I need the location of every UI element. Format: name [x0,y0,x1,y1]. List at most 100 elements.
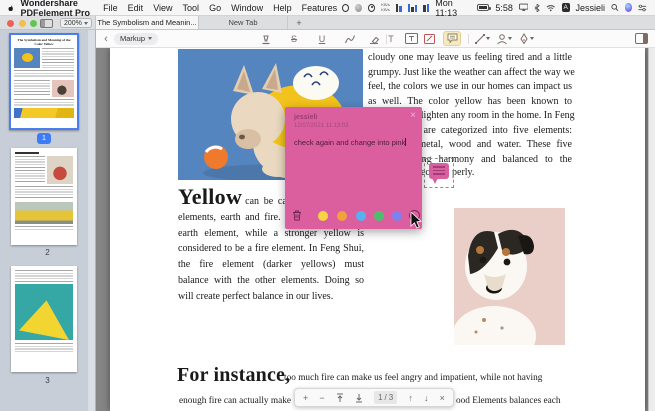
note-color-purple[interactable] [392,211,402,221]
page-number-label: 2 [0,248,95,257]
note-color-orange[interactable] [337,211,347,221]
thumb-image-dog-hoodie [14,48,40,68]
control-center-icon[interactable] [638,4,647,12]
highlight-tool-button[interactable] [259,30,273,47]
stamp-tool-button[interactable] [494,30,514,47]
eraser-tool-button[interactable] [367,30,381,47]
signature-tool-button[interactable] [516,30,536,47]
menu-tool[interactable]: Tool [183,3,200,13]
apple-icon[interactable] [8,2,14,14]
thumbnail-sidebar: The Symbolism and Meaning of the Color Y… [0,30,96,411]
window-controls [7,20,37,27]
yellow-heading: Yellow [178,184,245,209]
window-minimize-button[interactable] [19,20,26,27]
previous-page-button[interactable]: ↑ [408,393,413,403]
status-sphere-icon[interactable] [355,4,362,12]
thumb-text [15,343,73,352]
menu-edit[interactable]: Edit [128,3,144,13]
markup-mode-dropdown[interactable]: Markup [114,33,158,45]
sidebar-scrollbar[interactable] [88,30,95,411]
app-name: Wondershare PDFelement Pro [21,0,93,18]
text-comment-tool-button[interactable] [422,30,438,47]
disk-monitor-icon[interactable] [423,3,429,12]
pager-close-button[interactable]: × [440,393,445,403]
page-separator: / [385,393,387,402]
thumb-title: The Symbolism and Meaning of the Color Y… [14,38,74,46]
window-zoom-button[interactable] [30,20,37,27]
page-thumbnail-2[interactable] [11,148,77,245]
highlighter-icon [260,33,272,45]
strikethrough-tool-button[interactable]: S [287,30,301,47]
page-thumbnail-3[interactable] [11,266,77,372]
fit-page-icon[interactable] [355,393,363,403]
text-fragment: perly. [452,167,474,178]
note-timestamp: 12/07/2021 11:13:03 [294,123,349,129]
memory-monitor-icon[interactable] [408,3,418,12]
menu-bar: Wondershare PDFelement Pro File Edit Vie… [0,0,655,16]
thumb-image-banner [14,108,74,118]
battery-time: 5:58 [495,3,513,13]
sidebar-toggle-icon[interactable] [40,19,53,28]
note-color-green[interactable] [374,211,384,221]
status-record-icon[interactable] [368,4,375,12]
page-indicator[interactable]: 1 / 3 [374,391,397,404]
note-color-yellow[interactable] [318,211,328,221]
pencil-tool-button[interactable] [343,30,357,47]
menu-features[interactable]: Features [302,3,338,13]
next-page-button[interactable]: ↓ [424,393,429,403]
siri-icon[interactable] [625,3,633,12]
fit-width-icon[interactable] [336,393,344,403]
markup-label: Markup [120,34,145,43]
menu-help[interactable]: Help [273,3,292,13]
cpu-monitor-icon[interactable] [396,3,402,12]
network-speed-widget[interactable]: KB/sKB/s [381,3,389,12]
text-line: grumpy. Just like the weather can affect… [368,66,572,81]
page-thumbnail-1[interactable]: The Symbolism and Meaning of the Color Y… [9,33,79,130]
input-source-icon[interactable]: A [562,3,570,12]
menu-view[interactable]: View [153,3,172,13]
menu-window[interactable]: Window [231,3,263,13]
spotlight-search-icon[interactable] [611,3,619,12]
battery-icon[interactable] [477,4,489,11]
text-box-tool-button[interactable] [403,30,419,47]
sticky-note-icon [447,33,458,44]
thumb-image-car [15,202,73,224]
thumb-text [15,270,73,282]
zoom-level-dropdown[interactable]: 200% [60,18,92,28]
note-close-button[interactable]: × [410,110,416,121]
vertical-scrollbar[interactable] [648,48,655,411]
panel-toggle-button[interactable] [633,30,649,47]
note-marker-selection[interactable] [424,158,454,188]
text-fragment: enough fire can actually make [179,396,291,406]
status-ring-icon[interactable] [342,4,349,12]
sticky-note-popup: jessieli 12/07/2021 11:13:03 × check aga… [285,107,422,229]
menu-clock[interactable]: Mon 11:13 [435,0,471,18]
menu-go[interactable]: Go [209,3,221,13]
thumb-text [14,80,50,97]
underline-tool-button[interactable]: U [315,30,329,47]
menu-file[interactable]: File [103,3,118,13]
tab-document[interactable]: The Symbolism and Meanin... [95,16,199,29]
text-tool-button[interactable]: T [384,30,398,47]
person-stamp-icon [496,33,508,45]
note-color-blue[interactable] [356,211,366,221]
shapes-tool-button[interactable] [472,30,492,47]
zoom-out-button[interactable]: − [319,393,324,403]
trash-icon[interactable] [292,210,302,221]
thumb-text [15,156,45,184]
sticky-note-tool-button[interactable] [443,31,461,46]
display-mirroring-icon[interactable] [519,3,528,12]
sticky-note-marker-icon[interactable] [429,163,449,179]
window-close-button[interactable] [7,20,14,27]
zoom-in-button[interactable]: + [303,393,308,403]
back-button[interactable]: ‹ [100,30,112,47]
wifi-icon[interactable] [546,4,555,12]
annotation-toolbar: ‹ Markup S U T [96,30,655,48]
tab-new-tab[interactable]: New Tab [199,16,288,29]
jack-russell-dog-image [454,208,565,345]
new-tab-button[interactable]: + [292,16,306,29]
tab-label: The Symbolism and Meanin... [97,18,196,27]
bluetooth-icon[interactable] [534,3,540,13]
user-name[interactable]: Jessieli [576,3,606,13]
note-text-input[interactable]: check again and change into pink [294,138,416,147]
